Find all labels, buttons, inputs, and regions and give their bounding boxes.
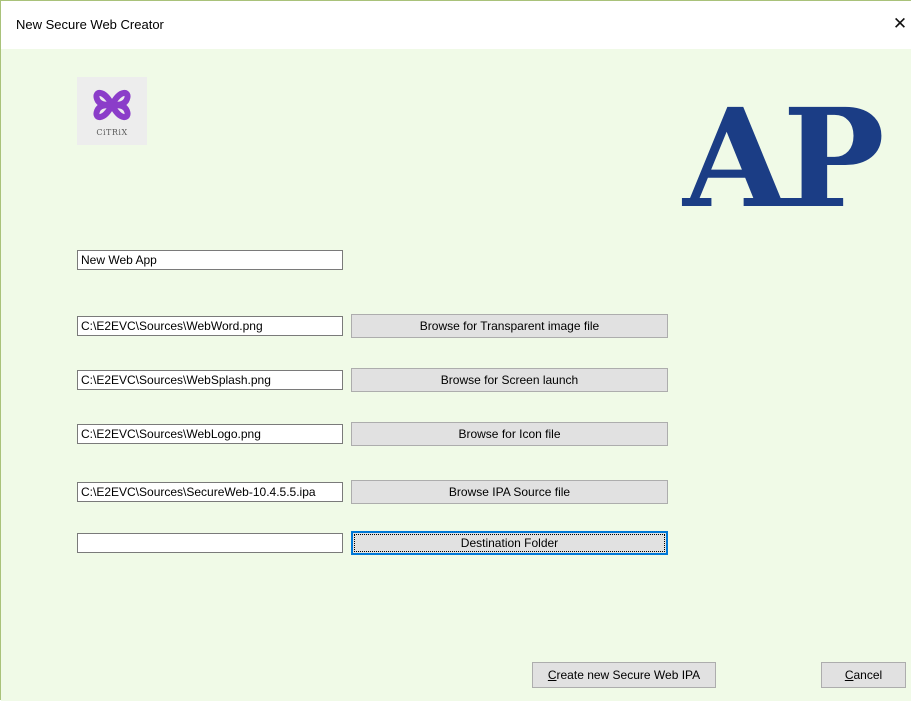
create-label: reate new Secure Web IPA	[556, 668, 701, 682]
citrix-wordmark: CiTRiX	[96, 128, 128, 137]
ipa-source-path-field[interactable]	[77, 482, 343, 502]
citrix-logo: CiTRiX	[77, 77, 147, 145]
brand-logo: AP	[683, 79, 889, 239]
title-bar: New Secure Web Creator ✕	[1, 1, 911, 49]
close-icon[interactable]: ✕	[889, 13, 911, 35]
icon-file-path-field[interactable]	[77, 424, 343, 444]
transparent-image-path-field[interactable]	[77, 316, 343, 336]
destination-folder-button[interactable]: Destination Folder	[351, 531, 668, 555]
focus-indicator	[354, 534, 665, 552]
browse-ipa-source-button[interactable]: Browse IPA Source file	[351, 480, 668, 504]
browse-screen-launch-button[interactable]: Browse for Screen launch	[351, 368, 668, 392]
brand-logo-text: AP	[683, 79, 885, 239]
app-name-field[interactable]	[77, 250, 343, 270]
citrix-butterfly-icon	[93, 90, 131, 120]
cancel-label: ancel	[853, 668, 883, 682]
app-window: New Secure Web Creator ✕ CiTRiX AP Brows…	[0, 0, 911, 701]
destination-folder-field[interactable]	[77, 533, 343, 553]
screen-launch-path-field[interactable]	[77, 370, 343, 390]
window-title: New Secure Web Creator	[16, 17, 164, 32]
create-mnemonic: C	[547, 668, 557, 682]
create-ipa-button[interactable]: Create new Secure Web IPA	[532, 662, 716, 688]
browse-icon-file-button[interactable]: Browse for Icon file	[351, 422, 668, 446]
browse-transparent-image-button[interactable]: Browse for Transparent image file	[351, 314, 668, 338]
form-client-area: CiTRiX AP Browse for Transparent image f…	[1, 49, 911, 701]
cancel-button[interactable]: Cancel	[821, 662, 906, 688]
